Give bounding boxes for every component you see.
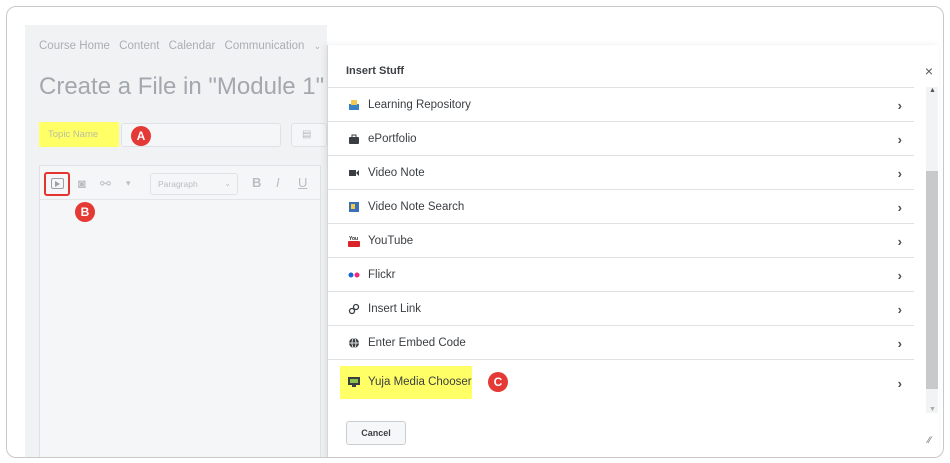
- nav-course-home[interactable]: Course Home: [39, 40, 110, 52]
- insert-stuff-list: Learning Repository › ePortfolio › Video…: [328, 87, 914, 406]
- chevron-down-icon: ⌄: [313, 41, 322, 51]
- chevron-right-icon: ›: [897, 234, 902, 249]
- flickr-icon: [348, 269, 360, 281]
- camera-icon[interactable]: ◙: [78, 176, 86, 191]
- insert-stuff-dialog: Insert Stuff × Learning Repository › ePo…: [327, 45, 939, 457]
- dialog-scrollbar[interactable]: ▲ ▼: [926, 87, 938, 413]
- screenshot-frame: Course Home Content Calendar Communicati…: [6, 6, 944, 458]
- resize-handle-icon[interactable]: ⁄⁄: [928, 435, 931, 445]
- bold-button[interactable]: B: [252, 175, 261, 190]
- scroll-down-icon[interactable]: ▼: [929, 406, 936, 413]
- link-icon: [348, 303, 360, 315]
- list-item[interactable]: Enter Embed Code ›: [328, 326, 914, 360]
- list-item[interactable]: ePortfolio ›: [328, 122, 914, 156]
- nav-communication[interactable]: Communication ⌄: [225, 40, 328, 52]
- briefcase-icon: [348, 133, 360, 145]
- scrollbar-thumb[interactable]: [926, 171, 938, 389]
- youtube-icon: You: [348, 235, 360, 247]
- nav-calendar[interactable]: Calendar: [169, 40, 216, 52]
- list-item[interactable]: Learning Repository ›: [328, 88, 914, 122]
- chevron-right-icon: ›: [897, 268, 902, 283]
- media-play-icon: [51, 178, 64, 189]
- list-item[interactable]: Video Note ›: [328, 156, 914, 190]
- list-item[interactable]: You YouTube ›: [328, 224, 914, 258]
- nav-content[interactable]: Content: [119, 40, 159, 52]
- link-icon[interactable]: ⚯: [100, 176, 111, 192]
- globe-icon: [348, 337, 360, 349]
- chevron-right-icon: ›: [897, 336, 902, 351]
- paragraph-select[interactable]: Paragraph ⌄: [150, 173, 238, 195]
- page-title: Create a File in "Module 1": [39, 73, 325, 100]
- close-icon[interactable]: ×: [925, 63, 933, 79]
- chevron-right-icon: ›: [897, 132, 902, 147]
- list-item[interactable]: Insert Link ›: [328, 292, 914, 326]
- list-item[interactable]: Flickr ›: [328, 258, 914, 292]
- chevron-right-icon: ›: [897, 376, 902, 391]
- italic-button[interactable]: I: [276, 175, 280, 190]
- repository-icon: [348, 99, 360, 111]
- video-camera-icon: [348, 167, 360, 179]
- cancel-button[interactable]: Cancel: [346, 421, 406, 445]
- marker-b: B: [75, 202, 95, 222]
- chevron-right-icon: ›: [897, 200, 902, 215]
- chevron-right-icon: ›: [897, 98, 902, 113]
- list-item-yuja[interactable]: Yuja Media Chooser › C: [328, 360, 914, 406]
- file-icon: ▤: [302, 129, 312, 140]
- browse-button[interactable]: ▤: [291, 123, 327, 147]
- course-navbar: Course Home Content Calendar Communicati…: [39, 40, 333, 52]
- lms-page-background: Course Home Content Calendar Communicati…: [25, 25, 327, 457]
- chevron-down-icon: ⌄: [224, 179, 231, 188]
- marker-c: C: [488, 372, 508, 392]
- marker-a: A: [131, 126, 151, 146]
- topic-name-input[interactable]: Topic Name: [48, 129, 98, 140]
- editor-toolbar: ◙ ⚯ ▾ Paragraph ⌄ B I U: [40, 166, 322, 200]
- media-chooser-icon: [348, 376, 360, 388]
- chevron-right-icon: ›: [897, 166, 902, 181]
- chevron-down-icon[interactable]: ▾: [126, 178, 131, 189]
- dialog-title: Insert Stuff: [346, 65, 405, 77]
- chevron-right-icon: ›: [897, 302, 902, 317]
- video-search-icon: [348, 201, 360, 213]
- list-item[interactable]: Video Note Search ›: [328, 190, 914, 224]
- underline-button[interactable]: U: [298, 175, 307, 190]
- scroll-up-icon[interactable]: ▲: [929, 87, 936, 94]
- insert-stuff-button[interactable]: [44, 172, 70, 196]
